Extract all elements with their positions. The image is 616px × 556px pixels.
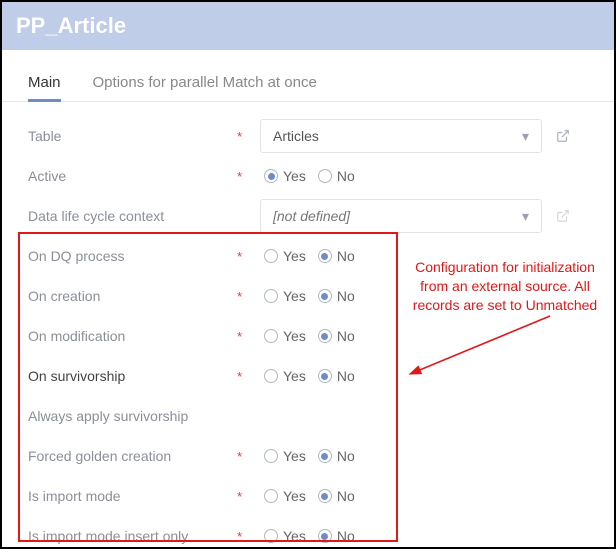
- radio-icon: [264, 329, 278, 343]
- radio-oncre-no[interactable]: No: [318, 288, 355, 304]
- radio-active-yes[interactable]: Yes: [264, 168, 306, 184]
- radio-onmod-no[interactable]: No: [318, 328, 355, 344]
- required-marker: *: [237, 249, 242, 264]
- header: PP_Article: [2, 2, 614, 50]
- label-on-creation: On creation: [28, 288, 100, 304]
- row-is-import-insert-only: Is import mode insert only * Yes No: [28, 516, 594, 556]
- radio-isins-yes[interactable]: Yes: [264, 528, 306, 544]
- radio-active-no[interactable]: No: [318, 168, 355, 184]
- radio-onmod-yes[interactable]: Yes: [264, 328, 306, 344]
- row-on-survivorship: On survivorship * Yes No: [28, 356, 594, 396]
- required-marker: *: [237, 329, 242, 344]
- radio-icon: [264, 369, 278, 383]
- row-always-apply-survivorship: Always apply survivorship: [28, 396, 594, 436]
- chevron-down-icon: ▾: [522, 128, 529, 145]
- form: Table * Articles ▾ Active *: [2, 102, 614, 556]
- label-table: Table: [28, 128, 61, 144]
- select-table[interactable]: Articles ▾: [260, 119, 542, 153]
- tab-options-parallel[interactable]: Options for parallel Match at once: [93, 74, 317, 101]
- radio-isimp-yes[interactable]: Yes: [264, 488, 306, 504]
- radio-icon: [318, 169, 332, 183]
- row-active: Active * Yes No: [28, 156, 594, 196]
- radio-onsurv-yes[interactable]: Yes: [264, 368, 306, 384]
- page-title: PP_Article: [16, 13, 126, 39]
- annotation-text: Configuration for initialization from an…: [410, 258, 600, 315]
- radio-icon: [318, 449, 332, 463]
- radio-icon: [318, 529, 332, 543]
- radio-icon: [318, 369, 332, 383]
- external-link-icon: [552, 209, 574, 223]
- radio-isimp-no[interactable]: No: [318, 488, 355, 504]
- external-link-icon[interactable]: [552, 129, 574, 143]
- required-marker: *: [237, 289, 242, 304]
- label-on-survivorship: On survivorship: [28, 368, 125, 384]
- radio-icon: [264, 289, 278, 303]
- select-data-life-cycle[interactable]: [not defined] ▾: [260, 199, 542, 233]
- select-datalc-value: [not defined]: [273, 208, 350, 224]
- radio-icon: [264, 249, 278, 263]
- row-is-import-mode: Is import mode * Yes No: [28, 476, 594, 516]
- radio-icon: [264, 529, 278, 543]
- row-table: Table * Articles ▾: [28, 116, 594, 156]
- radio-icon: [318, 329, 332, 343]
- radio-icon: [264, 449, 278, 463]
- radio-icon: [264, 169, 278, 183]
- radio-icon: [318, 249, 332, 263]
- label-forced-golden: Forced golden creation: [28, 448, 171, 464]
- label-active: Active: [28, 168, 66, 184]
- required-marker: *: [237, 489, 242, 504]
- row-on-modification: On modification * Yes No: [28, 316, 594, 356]
- label-on-modification: On modification: [28, 328, 125, 344]
- radio-forced-yes[interactable]: Yes: [264, 448, 306, 464]
- required-marker: *: [237, 129, 242, 144]
- radio-onsurv-no[interactable]: No: [318, 368, 355, 384]
- radio-isins-no[interactable]: No: [318, 528, 355, 544]
- row-data-life-cycle: Data life cycle context [not defined] ▾: [28, 196, 594, 236]
- radio-oncre-yes[interactable]: Yes: [264, 288, 306, 304]
- label-on-dq-process: On DQ process: [28, 248, 124, 264]
- radio-icon: [318, 489, 332, 503]
- required-marker: *: [237, 369, 242, 384]
- tabs: Main Options for parallel Match at once: [2, 50, 614, 102]
- radio-forced-no[interactable]: No: [318, 448, 355, 464]
- radio-icon: [318, 289, 332, 303]
- radio-dqproc-yes[interactable]: Yes: [264, 248, 306, 264]
- required-marker: *: [237, 169, 242, 184]
- radio-dqproc-no[interactable]: No: [318, 248, 355, 264]
- tab-main[interactable]: Main: [28, 74, 61, 101]
- chevron-down-icon: ▾: [522, 208, 529, 225]
- required-marker: *: [237, 449, 242, 464]
- row-forced-golden-creation: Forced golden creation * Yes No: [28, 436, 594, 476]
- label-data-life-cycle: Data life cycle context: [28, 208, 164, 224]
- radio-icon: [264, 489, 278, 503]
- label-is-import-insert-only: Is import mode insert only: [28, 528, 188, 544]
- select-table-value: Articles: [273, 128, 319, 144]
- label-is-import-mode: Is import mode: [28, 488, 121, 504]
- required-marker: *: [237, 529, 242, 544]
- label-always-apply-survivorship: Always apply survivorship: [28, 408, 188, 424]
